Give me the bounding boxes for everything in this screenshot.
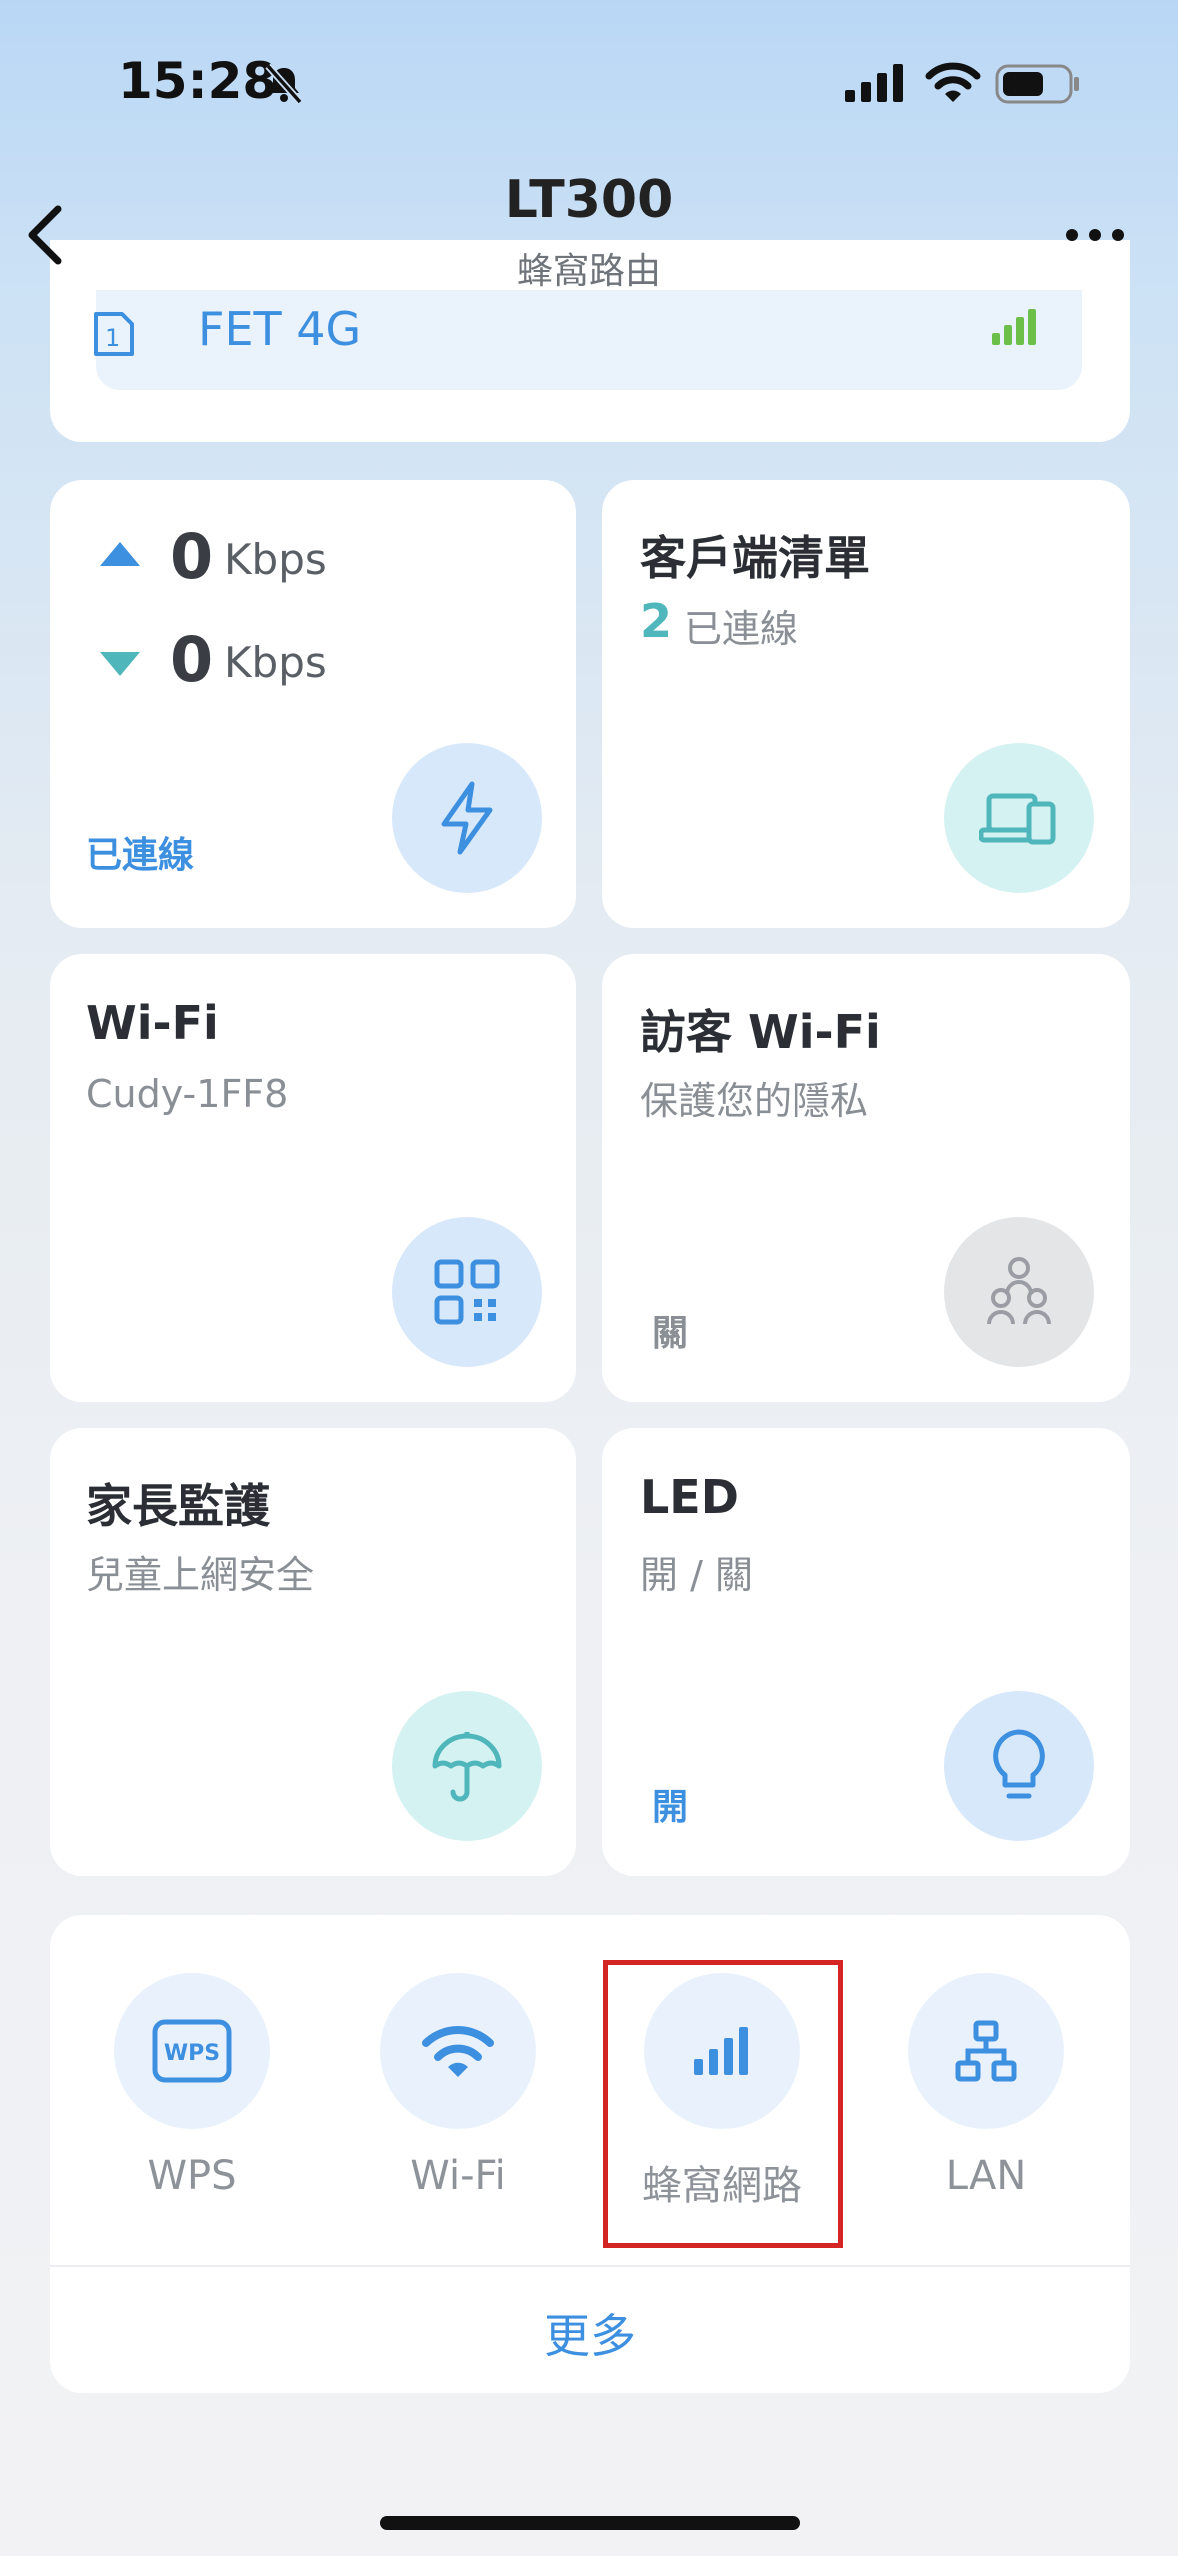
wifi-ssid: Cudy-1FF8 (86, 1072, 289, 1116)
parental-control-tile[interactable]: 家長監護 兒童上網安全 (50, 1428, 576, 1876)
connection-status: 已連線 (86, 835, 195, 876)
clients-count-label: 已連線 (684, 607, 799, 651)
umbrella-icon (392, 1691, 542, 1841)
clients-tile[interactable]: 客戶端清單 2 已連線 (602, 480, 1130, 928)
home-indicator[interactable] (380, 2516, 800, 2530)
wifi-title: Wi-Fi (86, 996, 219, 1050)
guest-wifi-status: 關 (652, 1313, 689, 1354)
battery-icon (995, 64, 1081, 108)
download-unit: Kbps (224, 638, 327, 687)
svg-text:WPS: WPS (164, 2041, 220, 2066)
guest-wifi-tile[interactable]: 訪客 Wi-Fi 保護您的隱私 關 (602, 954, 1130, 1402)
traffic-tile[interactable]: 0 Kbps 0 Kbps 已連線 (50, 480, 576, 928)
silent-bell-icon (262, 62, 306, 110)
guest-wifi-title: 訪客 Wi-Fi (640, 1005, 881, 1059)
download-value: 0 (170, 623, 214, 696)
nav-bar: LT300 蜂窩路由 (0, 170, 1178, 295)
clients-count: 2 (640, 594, 673, 648)
led-subtitle: 開 / 關 (640, 1553, 753, 1597)
guest-network-icon (944, 1217, 1094, 1367)
more-link[interactable]: 更多 (50, 2300, 1130, 2366)
page-subtitle: 蜂窩路由 (516, 251, 661, 292)
signal-strength-icon (990, 307, 1038, 351)
sim-slot-icon: 1 (92, 310, 136, 362)
lan-icon (908, 1973, 1064, 2129)
wifi-tile[interactable]: Wi-Fi Cudy-1FF8 (50, 954, 576, 1402)
upload-arrow-icon (98, 540, 142, 572)
qr-code-icon (392, 1217, 542, 1367)
cell-signal-icon (845, 62, 905, 106)
wifi-status-icon (925, 60, 981, 108)
page-title: LT300 (504, 170, 674, 230)
upload-unit: Kbps (224, 535, 327, 584)
status-bar: 15:28 (0, 0, 1178, 170)
wifi-icon (380, 1973, 536, 2129)
lightbulb-icon (944, 1691, 1094, 1841)
wps-action[interactable]: WPS WPS (82, 1973, 302, 2199)
led-tile[interactable]: LED 開 / 關 開 (602, 1428, 1130, 1876)
status-time: 15:28 (118, 52, 278, 110)
led-status: 開 (652, 1787, 689, 1828)
lan-label: LAN (945, 2153, 1027, 2199)
lan-action[interactable]: LAN (876, 1973, 1096, 2199)
wifi-action[interactable]: Wi-Fi (348, 1973, 568, 2199)
upload-value: 0 (170, 520, 214, 593)
clients-title: 客戶端清單 (640, 531, 870, 585)
wifi-label: Wi-Fi (410, 2153, 506, 2199)
parental-subtitle: 兒童上網安全 (86, 1553, 315, 1597)
quick-actions-card: WPS WPS Wi-Fi 蜂窩網路 LAN 更多 (50, 1915, 1130, 2393)
parental-title: 家長監護 (86, 1479, 270, 1533)
sim-carrier-label: FET 4G (198, 302, 362, 356)
wps-icon: WPS (114, 1973, 270, 2129)
download-arrow-icon (98, 650, 142, 682)
highlight-box (603, 1960, 843, 2248)
led-title: LED (640, 1470, 739, 1524)
devices-icon (944, 743, 1094, 893)
wps-label: WPS (147, 2153, 237, 2199)
more-options-button[interactable] (1060, 215, 1130, 255)
lightning-icon (392, 743, 542, 893)
svg-text:1: 1 (105, 324, 120, 352)
divider (50, 2265, 1130, 2267)
guest-wifi-subtitle: 保護您的隱私 (640, 1079, 869, 1123)
